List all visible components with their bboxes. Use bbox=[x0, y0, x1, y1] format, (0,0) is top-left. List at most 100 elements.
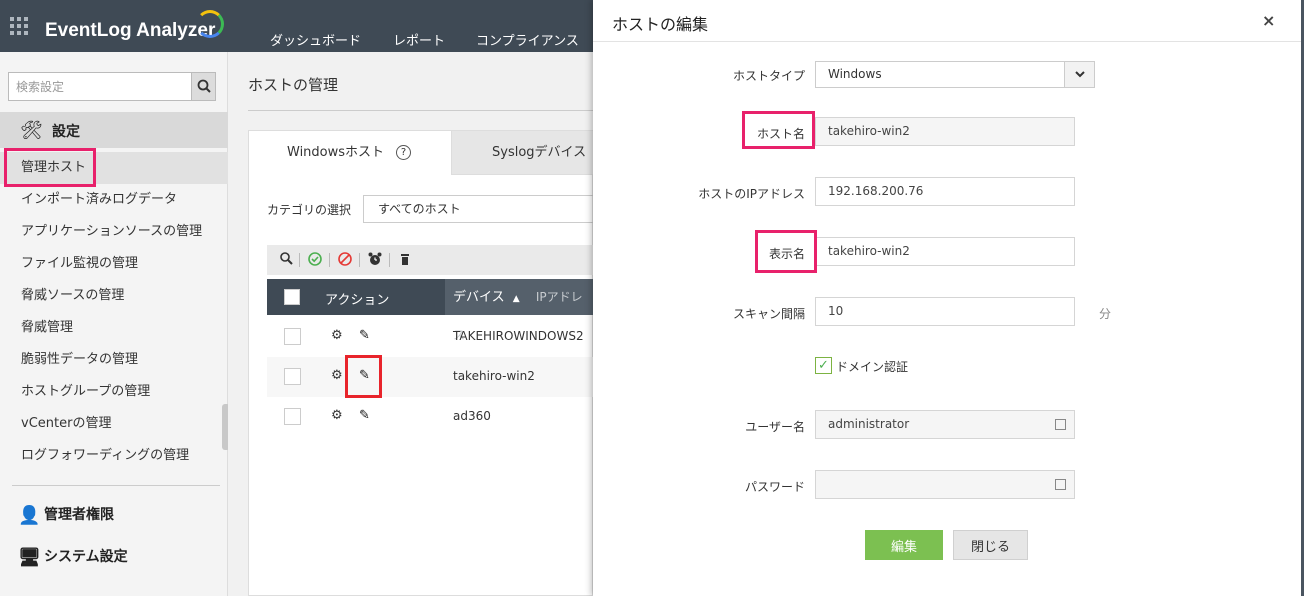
edit-pencil-icon[interactable]: ✎ bbox=[359, 368, 370, 384]
display-name-field[interactable]: takehiro-win2 bbox=[815, 237, 1075, 266]
sidebar-item-host-groups[interactable]: ホストグループの管理 bbox=[0, 376, 228, 408]
sidebar-item-imported-logs[interactable]: インポート済みログデータ bbox=[0, 184, 228, 216]
tab-windows-hosts-label: Windowsホスト bbox=[287, 145, 385, 160]
domain-auth-checkbox[interactable]: ✓ bbox=[815, 357, 832, 374]
settings-doc-icon[interactable]: ⚙ bbox=[331, 328, 343, 344]
row-device-name: TAKEHIROWINDOWS2 bbox=[453, 329, 584, 343]
apps-grid-icon[interactable] bbox=[10, 17, 28, 35]
host-ip-label: ホストのIPアドレス bbox=[698, 187, 805, 201]
toolbar-separator bbox=[389, 253, 390, 267]
edit-pencil-icon[interactable]: ✎ bbox=[359, 408, 370, 424]
sidebar-item-managed-hosts[interactable]: 管理ホスト bbox=[0, 152, 228, 184]
host-name-field: takehiro-win2 bbox=[815, 117, 1075, 146]
password-field[interactable] bbox=[815, 470, 1075, 499]
row-device-name: ad360 bbox=[453, 409, 491, 423]
user-gear-icon: 👤 bbox=[18, 504, 41, 526]
column-action: アクション bbox=[325, 293, 390, 308]
row-checkbox[interactable] bbox=[284, 328, 301, 345]
host-type-select[interactable]: Windows bbox=[815, 61, 1095, 88]
sidebar-search bbox=[8, 72, 216, 101]
search-button[interactable] bbox=[191, 73, 215, 100]
modal-title: ホストの編集 bbox=[612, 15, 709, 34]
username-label: ユーザー名 bbox=[745, 420, 805, 434]
tab-syslog-devices[interactable]: Syslogデバイス bbox=[451, 131, 594, 175]
sidebar-item-threat-management[interactable]: 脅威管理 bbox=[0, 312, 228, 344]
host-type-value: Windows bbox=[828, 67, 882, 81]
trash-icon[interactable] bbox=[397, 251, 413, 271]
sidebar: 🛠 設定 管理ホスト インポート済みログデータ アプリケーションソースの管理 フ… bbox=[0, 52, 230, 596]
host-name-label: ホスト名 bbox=[756, 127, 805, 141]
sidebar-item-vulnerability-data[interactable]: 脆弱性データの管理 bbox=[0, 344, 228, 376]
category-label: カテゴリの選択 bbox=[267, 203, 352, 217]
brand-logo-text[interactable]: EventLog Analyzer bbox=[45, 20, 215, 42]
sidebar-item-threat-sources[interactable]: 脅威ソースの管理 bbox=[0, 280, 228, 312]
close-icon[interactable]: × bbox=[1262, 11, 1275, 30]
modal-header-divider bbox=[593, 41, 1301, 42]
search-icon bbox=[197, 79, 211, 93]
title-divider bbox=[248, 110, 593, 111]
table-row: ⚙ ✎ takehiro-win2 bbox=[267, 357, 594, 397]
scan-interval-label: スキャン間隔 bbox=[732, 307, 805, 321]
category-select[interactable]: すべてのホスト bbox=[363, 195, 594, 223]
settings-doc-icon[interactable]: ⚙ bbox=[331, 408, 343, 424]
row-device-name: takehiro-win2 bbox=[453, 369, 535, 383]
nav-reports[interactable]: レポート bbox=[393, 30, 445, 49]
scan-interval-field[interactable]: 10 bbox=[815, 297, 1075, 326]
disable-icon[interactable] bbox=[337, 251, 353, 271]
toolbar-separator bbox=[299, 253, 300, 267]
host-type-label: ホストタイプ bbox=[732, 69, 805, 83]
table-toolbar bbox=[267, 245, 594, 275]
scan-interval-unit: 分 bbox=[1099, 307, 1112, 321]
credential-icon[interactable] bbox=[1055, 479, 1066, 490]
settings-section-header[interactable]: 🛠 設定 bbox=[0, 112, 228, 148]
password-label: パスワード bbox=[744, 480, 805, 494]
select-all-checkbox[interactable] bbox=[284, 289, 300, 305]
sort-asc-icon: ▲ bbox=[512, 294, 520, 304]
toolbar-separator bbox=[359, 253, 360, 267]
system-settings-label: システム設定 bbox=[44, 549, 128, 565]
edit-host-modal: ホストの編集 × ホストタイプ Windows ホスト名 takehiro-wi… bbox=[593, 0, 1301, 596]
nav-dashboard[interactable]: ダッシュボード bbox=[270, 30, 361, 49]
table-header: アクション デバイス ▲ IPアドレス bbox=[267, 279, 594, 342]
search-input[interactable] bbox=[9, 73, 192, 100]
domain-auth-label: ドメイン認証 bbox=[836, 360, 909, 374]
credential-icon[interactable] bbox=[1055, 419, 1066, 430]
display-name-label: 表示名 bbox=[768, 247, 805, 261]
sidebar-item-file-monitoring[interactable]: ファイル監視の管理 bbox=[0, 248, 228, 280]
column-device-label: デバイス bbox=[453, 290, 505, 305]
sidebar-divider bbox=[12, 485, 220, 486]
help-icon[interactable]: ? bbox=[396, 145, 412, 160]
page-title: ホストの管理 bbox=[248, 76, 339, 94]
search-filter-icon[interactable] bbox=[279, 251, 295, 271]
sidebar-group-admin-rights[interactable]: 👤 管理者権限 bbox=[18, 504, 114, 526]
main-content: ホストの管理 Windowsホスト? Syslogデバイス カテゴリの選択 すべ… bbox=[228, 52, 594, 596]
toolbar-separator bbox=[329, 253, 330, 267]
enable-icon[interactable] bbox=[307, 251, 323, 271]
hosts-panel: Windowsホスト? Syslogデバイス カテゴリの選択 すべてのホスト ア… bbox=[248, 130, 594, 596]
username-value: administrator bbox=[828, 417, 910, 431]
sidebar-item-vcenter[interactable]: vCenterの管理 bbox=[0, 408, 228, 440]
chevron-down-icon bbox=[1064, 62, 1094, 87]
username-field[interactable]: administrator bbox=[815, 410, 1075, 439]
column-device[interactable]: デバイス ▲ IPアドレス bbox=[445, 279, 594, 342]
close-button[interactable]: 閉じる bbox=[953, 530, 1028, 560]
sidebar-group-system-settings[interactable]: 🖥 システム設定 bbox=[18, 546, 128, 568]
tools-icon: 🛠 bbox=[20, 120, 43, 141]
sidebar-item-app-sources[interactable]: アプリケーションソースの管理 bbox=[0, 216, 228, 248]
row-checkbox[interactable] bbox=[284, 408, 301, 425]
settings-doc-icon[interactable]: ⚙ bbox=[331, 368, 343, 384]
host-ip-field[interactable]: 192.168.200.76 bbox=[815, 177, 1075, 206]
settings-title: 設定 bbox=[52, 124, 80, 140]
nav-compliance[interactable]: コンプライアンス bbox=[476, 30, 579, 49]
tab-windows-hosts[interactable]: Windowsホスト? bbox=[249, 131, 451, 175]
row-checkbox[interactable] bbox=[284, 368, 301, 385]
table-row: ⚙ ✎ TAKEHIROWINDOWS2 bbox=[267, 317, 594, 357]
admin-rights-label: 管理者権限 bbox=[44, 507, 114, 523]
edit-pencil-icon[interactable]: ✎ bbox=[359, 328, 370, 344]
monitor-gear-icon: 🖥 bbox=[18, 546, 41, 568]
alarm-clock-icon[interactable] bbox=[367, 251, 383, 271]
table-row: ⚙ ✎ ad360 bbox=[267, 397, 594, 437]
brand-logo-icon bbox=[196, 10, 224, 38]
edit-button[interactable]: 編集 bbox=[865, 530, 943, 560]
sidebar-item-log-forwarding[interactable]: ログフォワーディングの管理 bbox=[0, 440, 228, 472]
